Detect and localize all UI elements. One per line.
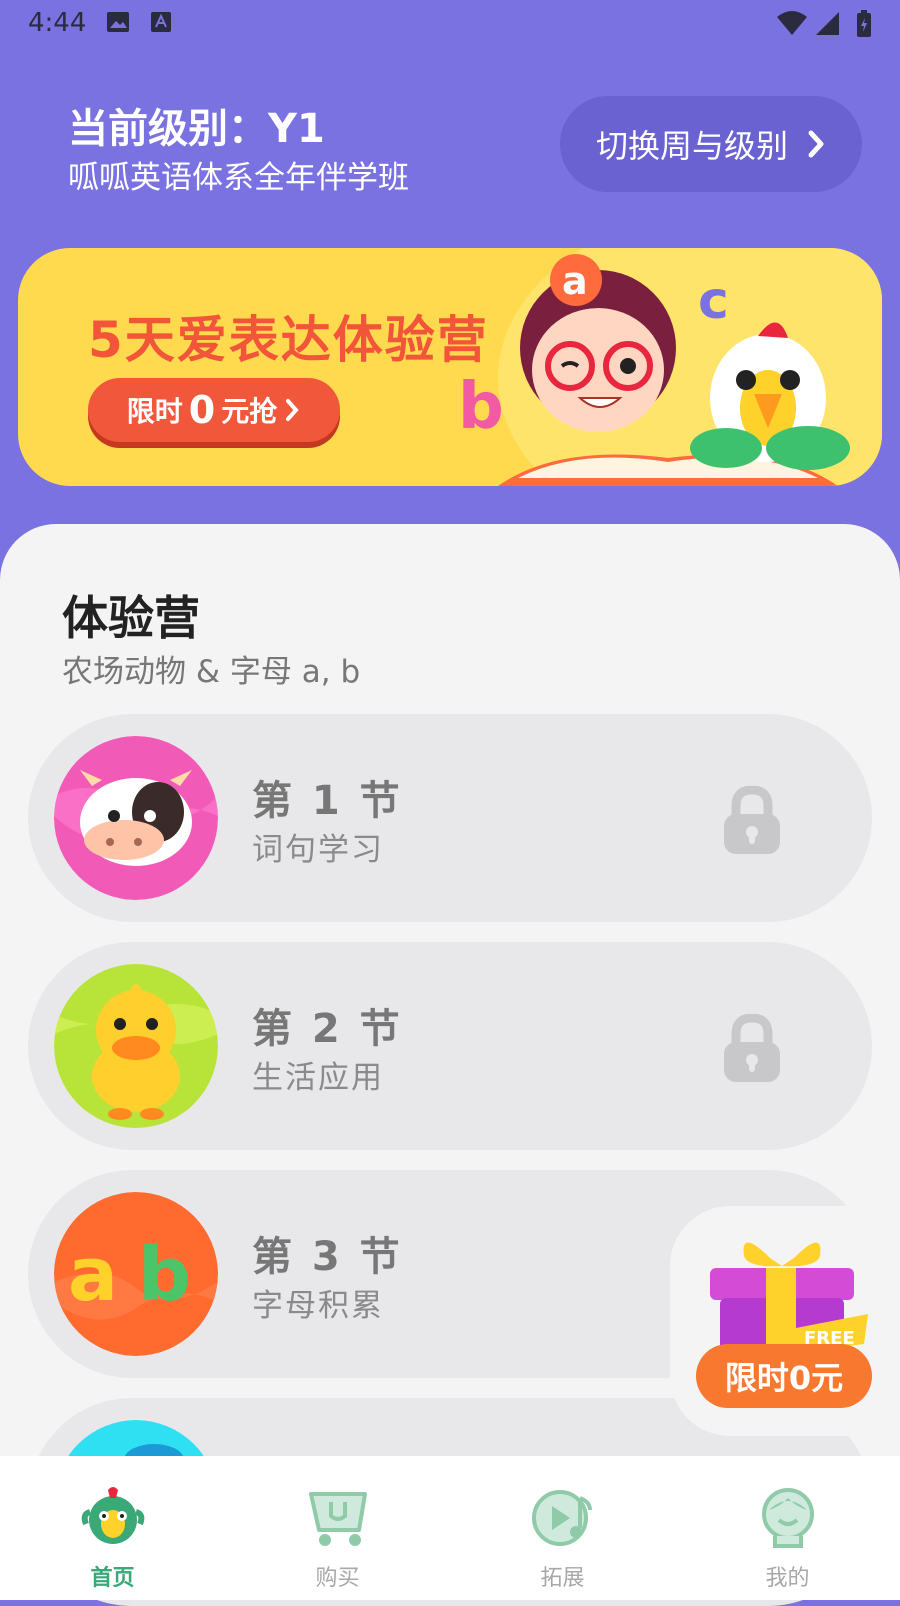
banner-title: 5天爱表达体验营 (88, 311, 489, 369)
status-bar: 4:44 (0, 0, 900, 48)
banner-button-zero: 0 (188, 388, 216, 432)
free-gift-floating-button[interactable]: FREE 限时0元 (670, 1206, 900, 1436)
duck-thumbnail (54, 964, 218, 1128)
tab-extension[interactable]: 拓展 (450, 1456, 675, 1600)
cow-thumbnail (54, 736, 218, 900)
parrot-home-icon (81, 1487, 145, 1544)
signal-icon (816, 12, 839, 35)
switch-week-level-button[interactable]: 切换周与级别 (560, 96, 862, 192)
gift-label: 限时0元 (696, 1344, 872, 1408)
banner-button-suffix: 元抢 (221, 395, 278, 428)
tab-home[interactable]: 首页 (0, 1456, 225, 1600)
bottom-tab-bar: 首页 购买 拓展 我的 (0, 1456, 900, 1600)
lesson-card-2[interactable]: 第 2 节 生活应用 (28, 942, 872, 1150)
cart-icon (309, 1492, 367, 1546)
play-music-icon (532, 1490, 592, 1546)
status-time: 4:44 (28, 8, 87, 38)
lesson-panel: 体验营 农场动物 & 字母 a, b 第 1 节 词句学习 第 2 节 生活应用… (0, 524, 900, 1606)
battery-icon (857, 10, 871, 37)
lesson-card-1[interactable]: 第 1 节 词句学习 (28, 714, 872, 922)
chevron-right-icon (808, 130, 824, 158)
lock-icon (724, 1014, 780, 1082)
ab-letters-thumbnail: a b (54, 1192, 218, 1356)
gallery-icon (107, 12, 129, 32)
svg-text:b: b (458, 370, 504, 444)
svg-text:b: b (138, 1232, 191, 1318)
promo-banner[interactable]: 5天爱表达体验营 限时 0 元抢 b c a (18, 248, 882, 486)
section-subtitle: 农场动物 & 字母 a, b (62, 654, 361, 690)
lesson-title: 第 1 节 (252, 778, 403, 824)
lock-icon (724, 786, 780, 854)
tab-purchase[interactable]: 购买 (225, 1456, 450, 1600)
tab-label: 我的 (765, 1566, 810, 1591)
lesson-subtitle: 生活应用 (252, 1060, 384, 1096)
chevron-right-icon (286, 399, 299, 421)
lesson-subtitle: 字母积累 (252, 1288, 384, 1324)
lesson-title: 第 2 节 (252, 1006, 403, 1052)
tab-label: 购买 (315, 1566, 360, 1591)
lesson-title: 第 3 节 (252, 1234, 403, 1280)
banner-grab-button[interactable]: 限时 0 元抢 (88, 378, 340, 442)
wifi-icon (777, 11, 807, 35)
lesson-subtitle: 词句学习 (252, 832, 384, 868)
switch-button-label: 切换周与级别 (595, 127, 788, 165)
banner-girl-parrot-illustration: b c a (458, 254, 850, 486)
section-title: 体验营 (62, 591, 200, 645)
level-header: 当前级别：Y1 呱呱英语体系全年伴学班 切换周与级别 (0, 60, 900, 220)
tab-label: 首页 (90, 1566, 135, 1591)
profile-icon (762, 1488, 814, 1548)
tab-label: 拓展 (540, 1566, 585, 1591)
svg-text:c: c (698, 271, 729, 331)
course-name: 呱呱英语体系全年伴学班 (68, 160, 409, 196)
svg-text:a: a (562, 259, 588, 303)
banner-button-prefix: 限时 (126, 395, 183, 428)
svg-text:a: a (68, 1232, 118, 1318)
current-level-title: 当前级别：Y1 (68, 106, 325, 152)
text-a-icon (151, 12, 171, 32)
tab-mine[interactable]: 我的 (675, 1456, 900, 1600)
